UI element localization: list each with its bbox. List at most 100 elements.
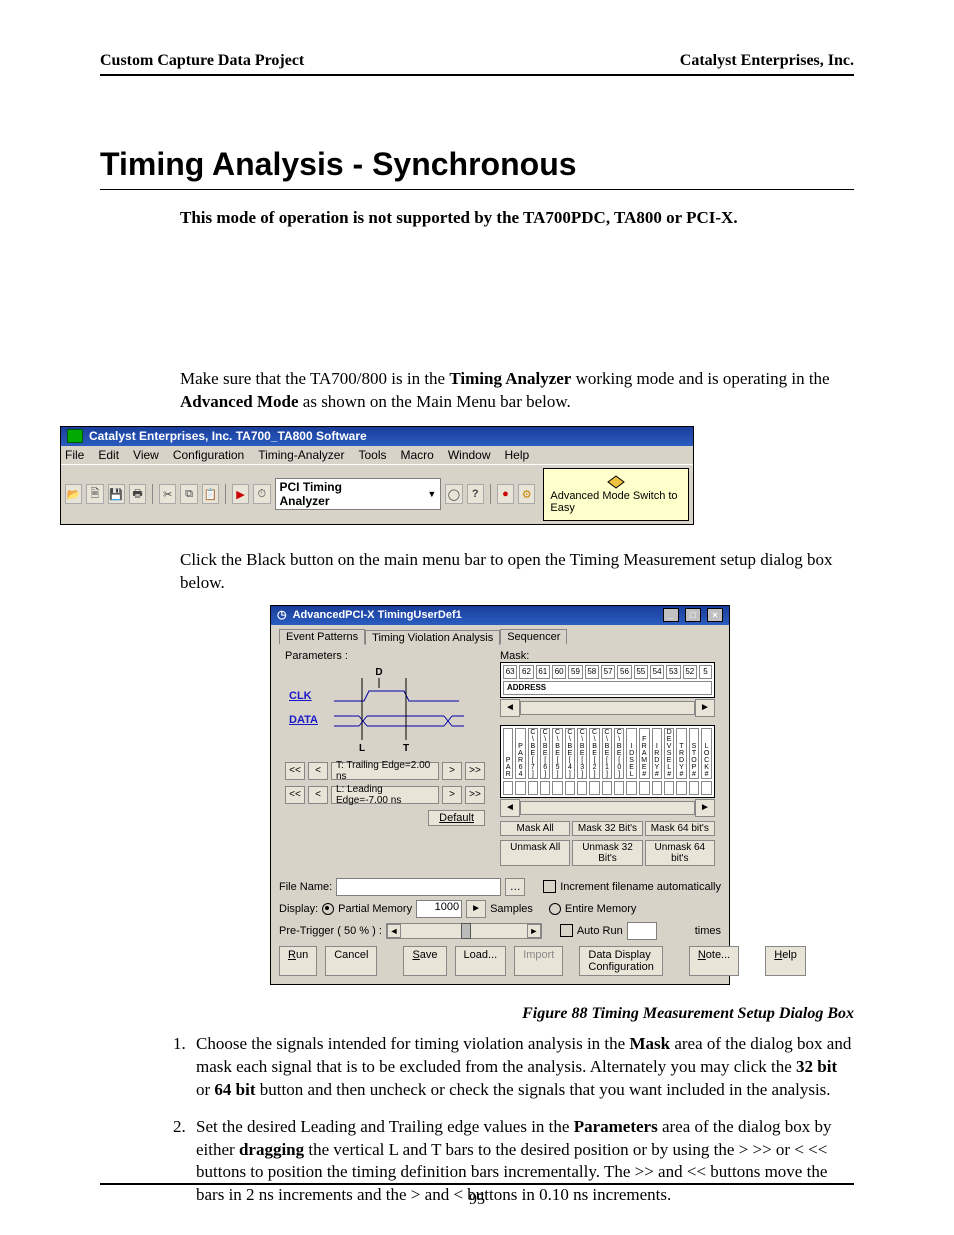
mask-bit-57[interactable]: 57 xyxy=(601,665,615,679)
cut-icon[interactable]: ✂ xyxy=(159,484,176,504)
run-button[interactable]: Run xyxy=(279,946,317,976)
mask-all-button[interactable]: Mask All xyxy=(500,821,570,836)
mask-sig-LOCK#[interactable]: LOCK# xyxy=(701,728,712,779)
mask-sig-C\BE[6][interactable]: C\BE[6] xyxy=(540,728,550,779)
mask-bit-53[interactable]: 53 xyxy=(666,665,680,679)
minimize-icon[interactable]: _ xyxy=(663,608,679,622)
unmask-64-button[interactable]: Unmask 64 bit's xyxy=(645,840,715,866)
data-label[interactable]: DATA xyxy=(289,714,318,726)
copy-icon[interactable]: ⧉ xyxy=(180,484,197,504)
mask-signal-grid[interactable]: PARPAR64C\BE[7]C\BE[6]C\BE[5]C\BE[4] C\BE… xyxy=(500,725,715,798)
mask-sig-PAR[interactable]: PAR xyxy=(503,728,513,779)
paste-icon[interactable]: 📋 xyxy=(202,484,219,504)
mask-sig-check-C\BE[5][interactable] xyxy=(552,781,562,795)
mask-scroll-left[interactable]: ◄ xyxy=(500,699,520,717)
menu-help[interactable]: Help xyxy=(505,448,530,462)
mask-bit-55[interactable]: 55 xyxy=(634,665,648,679)
help-arrow-icon[interactable]: ? xyxy=(467,484,484,504)
mask-sig-PAR64[interactable]: PAR64 xyxy=(515,728,525,779)
doc-icon[interactable]: 🗎 xyxy=(86,484,103,504)
tab-sequencer[interactable]: Sequencer xyxy=(500,629,567,644)
mask-sig-check-STOP#[interactable] xyxy=(689,781,700,795)
tab-event-patterns[interactable]: Event Patterns xyxy=(279,629,365,644)
clk-label[interactable]: CLK xyxy=(289,690,312,702)
load-button[interactable]: Load... xyxy=(455,946,507,976)
mask-sig-C\BE[0][interactable]: C\BE[0] xyxy=(614,728,624,779)
mask-sig-scroll-left[interactable]: ◄ xyxy=(500,799,520,817)
menu-file[interactable]: File xyxy=(65,448,84,462)
entire-memory-radio[interactable] xyxy=(549,903,561,915)
mask-sig-check-C\BE[1][interactable] xyxy=(602,781,612,795)
menu-view[interactable]: View xyxy=(133,448,159,462)
mask-bit-58[interactable]: 58 xyxy=(585,665,599,679)
mask-sig-check-C\BE[7][interactable] xyxy=(528,781,538,795)
mask-sig-check-LOCK#[interactable] xyxy=(701,781,712,795)
mask-sig-check-IRDY#[interactable] xyxy=(652,781,662,795)
timing-icon[interactable]: ⏱ xyxy=(253,484,270,504)
mask-sig-check-C\BE[6][interactable] xyxy=(540,781,550,795)
mask-sig-C\BE[4][interactable]: C\BE[4] xyxy=(565,728,575,779)
mask-sig-IRDY#[interactable]: IRDY# xyxy=(652,728,662,779)
menu-timing-analyzer[interactable]: Timing-Analyzer xyxy=(258,448,344,462)
record-icon[interactable]: ● xyxy=(497,484,514,504)
close-icon[interactable]: × xyxy=(707,608,723,622)
mask-bit-59[interactable]: 59 xyxy=(568,665,582,679)
pretrigger-slider[interactable]: ◄ ► xyxy=(386,923,542,939)
mask-sig-check-TRDY#[interactable] xyxy=(676,781,686,795)
unmask-all-button[interactable]: Unmask All xyxy=(500,840,570,866)
mask-bit-54[interactable]: 54 xyxy=(650,665,664,679)
leading-dec2-button[interactable]: << xyxy=(285,786,305,804)
print-icon[interactable]: 🖶 xyxy=(129,484,146,504)
mask-sig-C\BE[5][interactable]: C\BE[5] xyxy=(552,728,562,779)
mask-sig-DEVSEL#[interactable]: DEVSEL# xyxy=(664,728,674,779)
menu-tools[interactable]: Tools xyxy=(358,448,386,462)
mask-bit-63[interactable]: 63 xyxy=(503,665,517,679)
data-display-config-button[interactable]: Data Display Configuration xyxy=(579,946,662,976)
maximize-icon[interactable]: □ xyxy=(685,608,701,622)
menu-configuration[interactable]: Configuration xyxy=(173,448,244,462)
mode-combo[interactable]: PCI Timing Analyzer▼ xyxy=(275,478,442,510)
leading-inc-button[interactable]: > xyxy=(442,786,462,804)
menu-macro[interactable]: Macro xyxy=(400,448,433,462)
partial-memory-input[interactable]: 1000 xyxy=(416,900,462,918)
mask-bit-56[interactable]: 56 xyxy=(617,665,631,679)
mask-sig-check-PAR[interactable] xyxy=(503,781,513,795)
run-icon[interactable]: ▶ xyxy=(232,484,249,504)
increment-checkbox[interactable] xyxy=(543,880,556,893)
mask-scroll-right[interactable]: ► xyxy=(695,699,715,717)
trailing-inc-button[interactable]: > xyxy=(442,762,462,780)
browse-button[interactable]: … xyxy=(505,878,525,896)
trailing-dec-button[interactable]: < xyxy=(308,762,328,780)
mask-sig-IDSEL[interactable]: IDSEL xyxy=(626,728,636,779)
menu-edit[interactable]: Edit xyxy=(98,448,119,462)
mask-64-button[interactable]: Mask 64 bit's xyxy=(645,821,715,836)
note-button[interactable]: Note... xyxy=(689,946,739,976)
leading-dec-button[interactable]: < xyxy=(308,786,328,804)
mask-sig-C\BE[7][interactable]: C\BE[7] xyxy=(528,728,538,779)
partial-memory-radio[interactable] xyxy=(322,903,334,915)
save-icon[interactable]: 💾 xyxy=(108,484,125,504)
mask-sig-check-C\BE[4][interactable] xyxy=(565,781,575,795)
mask-sig-STOP#[interactable]: STOP# xyxy=(689,728,700,779)
autorun-checkbox[interactable] xyxy=(560,924,573,937)
autorun-count-input[interactable] xyxy=(627,922,657,940)
mask-sig-FRAME#[interactable]: FRAME# xyxy=(639,728,650,779)
mask-sig-check-DEVSEL#[interactable] xyxy=(664,781,674,795)
mask-sig-TRDY#[interactable]: TRDY# xyxy=(676,728,686,779)
mask-sig-check-IDSEL[interactable] xyxy=(626,781,636,795)
config-icon[interactable]: ⚙ xyxy=(518,484,535,504)
leading-inc2-button[interactable]: >> xyxy=(465,786,485,804)
file-name-input[interactable] xyxy=(336,878,501,896)
unmask-32-button[interactable]: Unmask 32 Bit's xyxy=(572,840,642,866)
waveform-diagram[interactable]: D xyxy=(289,666,485,756)
mask-bit-5[interactable]: 5 xyxy=(699,665,712,679)
open-icon[interactable]: 📂 xyxy=(65,484,82,504)
mask-sig-C\BE[2][interactable]: C\BE[2] xyxy=(589,728,599,779)
mask-bit-52[interactable]: 52 xyxy=(683,665,697,679)
mask-sig-check-C\BE[2][interactable] xyxy=(589,781,599,795)
stop-icon[interactable]: ◯ xyxy=(445,484,462,504)
trailing-inc2-button[interactable]: >> xyxy=(465,762,485,780)
menu-window[interactable]: Window xyxy=(448,448,491,462)
mask-bit-60[interactable]: 60 xyxy=(552,665,566,679)
mask-bit-grid[interactable]: 6362616059585756555453525 ADDRESS xyxy=(500,662,715,698)
